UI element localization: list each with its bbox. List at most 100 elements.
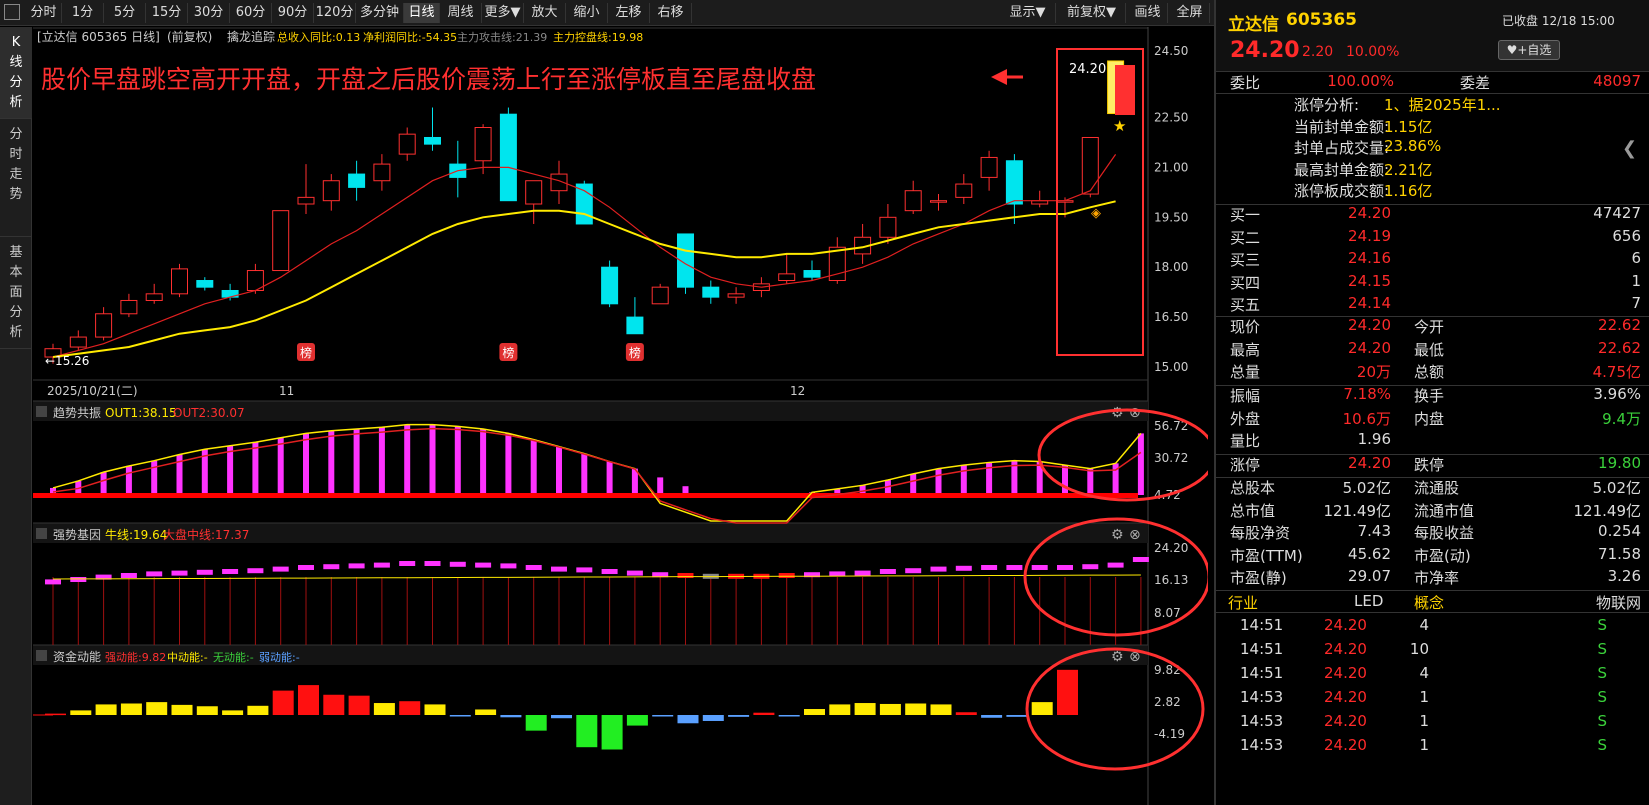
p3-bar	[981, 715, 1003, 718]
collapse-arrow-icon[interactable]: ❮	[1622, 138, 1637, 159]
period-button-9[interactable]: 日线	[404, 3, 440, 23]
period-button-15[interactable]: 右移	[650, 3, 692, 23]
industry-value: LED	[1354, 592, 1384, 610]
toolbar-checkbox[interactable]	[4, 4, 20, 20]
divider	[1216, 71, 1649, 72]
stats3-key: 涨停	[1230, 456, 1261, 474]
p1-bar	[227, 445, 234, 495]
p1-bar	[480, 429, 487, 495]
p2-bar	[196, 569, 213, 575]
p2-name: 强势基因	[53, 528, 101, 542]
candle-body	[297, 196, 315, 205]
period-button-7[interactable]: 120分	[314, 3, 356, 23]
stats2-key: 量比	[1230, 432, 1261, 451]
highlight-circle-3	[1025, 647, 1205, 771]
candle-body	[348, 173, 366, 188]
price-tick-3: 19.50	[1154, 210, 1188, 224]
period-button-12[interactable]: 放大	[524, 3, 566, 23]
stats4-key: 市盈(静)	[1230, 569, 1287, 588]
limit-info-key: 封单占成交量:	[1294, 139, 1390, 157]
divider	[1216, 590, 1649, 591]
left-nav-tab-0[interactable]: K线分析	[0, 27, 32, 119]
stock-terminal-app: 分时 1分 5分 15分 30分 60分 90分 120分 多分钟 日线 周线 更多▼ 放大 缩小 左移 右移…	[0, 0, 1649, 805]
period-button-8[interactable]: 多分钟	[356, 3, 404, 23]
period-button-13[interactable]: 缩小	[566, 3, 608, 23]
period-button-11[interactable]: 更多▼	[482, 3, 524, 23]
bid-label: 买四	[1230, 273, 1261, 292]
info-title: [立达信 605365 日线]	[37, 29, 160, 44]
tick-side: S	[1597, 616, 1607, 634]
stats2-value2: 3.96%	[1593, 385, 1641, 403]
help-icon	[36, 528, 47, 539]
p2-dapan: 大盘中线:17.37	[163, 527, 249, 542]
info-rev: 总收入同比:0.13	[277, 30, 360, 44]
tick-price: 24.20	[1324, 664, 1367, 682]
candle-body	[171, 268, 188, 295]
p1-bar	[657, 477, 664, 495]
toolbar-right-button-2[interactable]: 画线	[1128, 3, 1168, 23]
candle-body	[980, 156, 998, 178]
stats1-value: 24.20	[1348, 316, 1391, 334]
p1-bar	[353, 429, 360, 495]
industry-label: 行业	[1228, 594, 1259, 612]
period-button-1[interactable]: 1分	[62, 3, 104, 23]
p1-bar	[505, 433, 512, 495]
stats3-key2: 跌停	[1414, 456, 1445, 474]
left-nav-tab-2[interactable]: 基本面分析	[0, 237, 32, 349]
star-icon: ★	[1113, 117, 1126, 135]
p2-niu-line	[52, 574, 1141, 580]
close-icon: ⊗	[1129, 405, 1141, 421]
p3-bar	[247, 705, 269, 715]
help-icon	[36, 650, 47, 661]
p2-bar	[424, 561, 441, 566]
bid-volume: 47427	[1593, 204, 1641, 222]
candle-body	[904, 190, 922, 212]
bid-volume: 1	[1631, 271, 1641, 290]
left-nav-tab-1[interactable]: 分时走势	[0, 119, 32, 237]
period-button-3[interactable]: 15分	[146, 3, 188, 23]
bid-price: 24.19	[1348, 226, 1391, 245]
p2-bar	[879, 569, 896, 574]
p2-bar	[247, 568, 264, 574]
period-button-4[interactable]: 30分	[188, 3, 230, 23]
p2-bar	[1082, 564, 1099, 570]
period-button-10[interactable]: 周线	[440, 3, 482, 23]
stats4-value: 29.07	[1348, 567, 1391, 586]
stats2-value2: 9.4万	[1602, 409, 1641, 428]
toolbar-right-button-0[interactable]: 显示▼	[1000, 3, 1056, 23]
period-button-5[interactable]: 60分	[230, 3, 272, 23]
p2-bar	[146, 571, 163, 577]
period-button-2[interactable]: 5分	[104, 3, 146, 23]
period-button-14[interactable]: 左移	[608, 3, 650, 23]
p1-out2-line	[52, 427, 1142, 524]
price-tick-1: 22.50	[1154, 111, 1188, 125]
p2-bar	[576, 567, 593, 573]
p2-niu: 牛线:19.64	[105, 527, 167, 542]
stats2-key: 振幅	[1230, 387, 1261, 405]
p1-bar	[404, 424, 411, 495]
tick-time: 14:53	[1240, 712, 1284, 730]
period-button-0[interactable]: 分时	[26, 3, 62, 23]
quote-panel: 立达信 605365 已收盘 12/18 15:00 24.20 2.20 10…	[1214, 0, 1649, 805]
p2-bar	[373, 562, 390, 568]
candle-body	[322, 180, 340, 202]
p2-bar	[854, 570, 871, 576]
p3-bar	[222, 710, 244, 715]
limit-info-key: 涨停分析:	[1294, 96, 1360, 114]
toolbar-right-button-1[interactable]: 前复权▼	[1058, 3, 1126, 23]
bid-price: 24.16	[1348, 249, 1391, 268]
kline-chart-svg[interactable]: [立达信 605365 日线] (前复权) 擒龙追踪 总收入同比:0.13 净利润同比:…	[33, 27, 1217, 805]
p2-bar	[601, 569, 618, 574]
bid-volume: 6	[1631, 249, 1641, 268]
p2-bar	[323, 564, 340, 570]
period-button-6[interactable]: 90分	[272, 3, 314, 23]
divider	[1216, 204, 1649, 205]
stats4-key: 总市值	[1230, 501, 1276, 520]
add-watch-button[interactable]: ♥+自选	[1498, 40, 1560, 60]
limit-up-marker	[1115, 65, 1135, 115]
p1-out1: OUT1:38.15	[105, 406, 177, 420]
p3-name: 资金动能	[53, 649, 101, 664]
tick-volume: 1	[1419, 688, 1429, 706]
market-status: 已收盘 12/18 15:00	[1502, 14, 1615, 28]
toolbar-right-button-3[interactable]: 全屏	[1170, 3, 1210, 23]
